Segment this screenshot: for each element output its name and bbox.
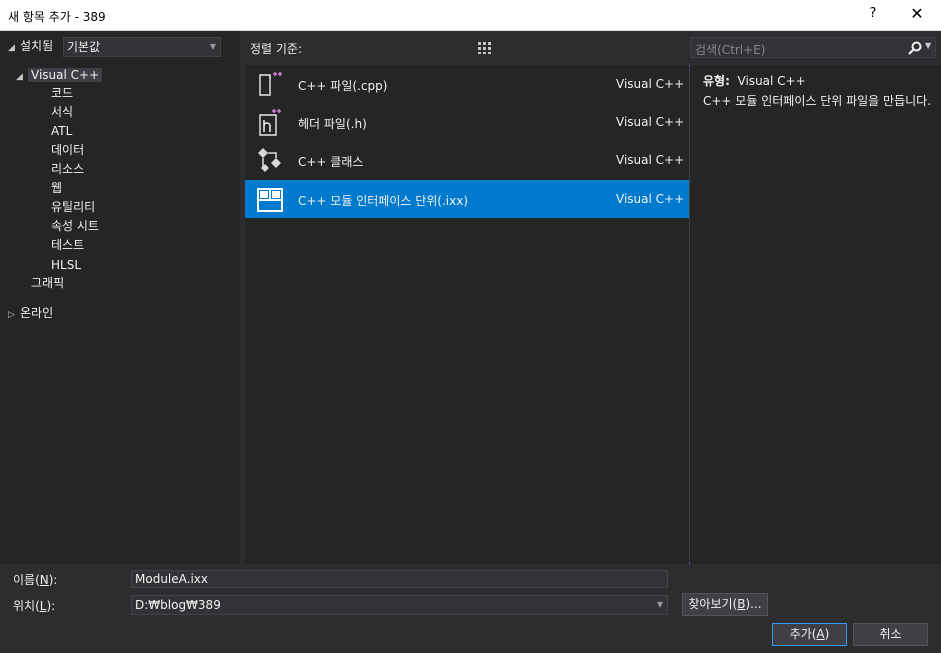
browse-button[interactable]: 찾아보기(B)...: [682, 593, 768, 616]
tree-item-code[interactable]: 코드: [51, 84, 73, 102]
tree-item-data[interactable]: 데이터: [51, 141, 84, 159]
template-name: C++ 모듈 인터페이스 단위(.ixx): [298, 194, 469, 208]
cancel-button[interactable]: 취소: [853, 623, 928, 646]
tree-item-utility[interactable]: 유틸리티: [51, 198, 95, 216]
tree-item-resource[interactable]: 리소스: [51, 160, 84, 178]
template-type: Visual C++: [616, 153, 685, 167]
type-value: Visual C++: [737, 74, 806, 88]
search-icon[interactable]: [907, 40, 923, 56]
category-tree: ◢ 설치됨 ◢ Visual C++ 코드 서식 ATL 데이터 리소스 웹 유틸리…: [0, 31, 240, 564]
tree-node-online[interactable]: ▷ 온라인: [8, 304, 53, 322]
template-name: 헤더 파일(.h): [298, 117, 367, 131]
name-input[interactable]: ModuleA.ixx: [131, 570, 668, 588]
chevron-down-icon[interactable]: ▼: [657, 596, 663, 614]
expanded-arrow-icon[interactable]: ◢: [8, 39, 20, 57]
grid-view-icon: [478, 42, 491, 54]
add-button[interactable]: 추가(A): [772, 623, 847, 646]
tree-node-installed[interactable]: ◢ 설치됨: [8, 37, 53, 55]
module-interface-icon: [257, 188, 283, 212]
details-pane: 유형: Visual C++ C++ 모듈 인터페이스 단위 파일을 만듭니다.: [690, 65, 941, 564]
window-title: 새 항목 추가 - 389: [8, 10, 106, 24]
expanded-arrow-icon[interactable]: ◢: [16, 68, 28, 86]
cpp-class-icon: [258, 148, 281, 172]
template-type: Visual C++: [616, 77, 685, 91]
template-type: Visual C++: [616, 115, 685, 129]
tree-item-property-sheet[interactable]: 속성 시트: [51, 217, 99, 235]
template-description: C++ 모듈 인터페이스 단위 파일을 만듭니다.: [703, 94, 932, 108]
template-row-cpp-class[interactable]: C++ 클래스 Visual C++: [245, 141, 689, 179]
tree-item-web[interactable]: 웹: [51, 179, 62, 197]
help-button[interactable]: ?: [864, 6, 882, 21]
type-label: 유형:: [703, 74, 730, 88]
tree-item-format[interactable]: 서식: [51, 103, 73, 121]
tree-item-atl[interactable]: ATL: [51, 122, 72, 140]
chevron-down-icon: ▼: [209, 42, 216, 51]
name-label: 이름(N):: [13, 573, 58, 587]
template-name: C++ 파일(.cpp): [298, 79, 388, 93]
tree-node-visual-cpp[interactable]: ◢ Visual C++: [16, 66, 103, 86]
list-toolbar: 정렬 기준:: [245, 31, 689, 63]
template-type: Visual C++: [616, 192, 685, 206]
template-type-info: 유형: Visual C++: [703, 72, 806, 89]
tree-item-graphics[interactable]: 그래픽: [31, 274, 64, 292]
sort-dropdown[interactable]: 기본값 ▼: [63, 37, 221, 57]
search-box[interactable]: 검색(Ctrl+E) ▼: [690, 37, 936, 58]
location-input[interactable]: D:₩blog₩389 ▼: [131, 595, 668, 615]
search-options-chevron-icon[interactable]: ▼: [925, 41, 931, 50]
template-list: C++ 파일(.cpp) Visual C++ 헤더 파일(.h) Visual…: [245, 65, 689, 564]
template-row-module-interface[interactable]: C++ 모듈 인터페이스 단위(.ixx) Visual C++: [245, 180, 689, 218]
template-row-header-file[interactable]: 헤더 파일(.h) Visual C++: [245, 103, 689, 141]
close-button[interactable]: ✕: [905, 4, 929, 26]
search-input[interactable]: 검색(Ctrl+E): [695, 41, 765, 58]
tree-item-hlsl[interactable]: HLSL: [51, 256, 81, 274]
template-row-cpp-file[interactable]: C++ 파일(.cpp) Visual C++: [245, 65, 689, 103]
tree-item-test[interactable]: 테스트: [51, 236, 84, 254]
sort-label: 정렬 기준:: [250, 42, 303, 56]
header-file-icon: [259, 109, 281, 136]
tree-node-label: Visual C++: [28, 68, 103, 82]
template-name: C++ 클래스: [298, 155, 364, 169]
location-label: 위치(L):: [13, 599, 56, 613]
title-bar: 새 항목 추가 - 389 ? ✕: [0, 0, 941, 31]
grid-view-button[interactable]: [474, 37, 495, 58]
collapsed-arrow-icon[interactable]: ▷: [8, 306, 20, 324]
cpp-file-icon: [259, 72, 282, 96]
